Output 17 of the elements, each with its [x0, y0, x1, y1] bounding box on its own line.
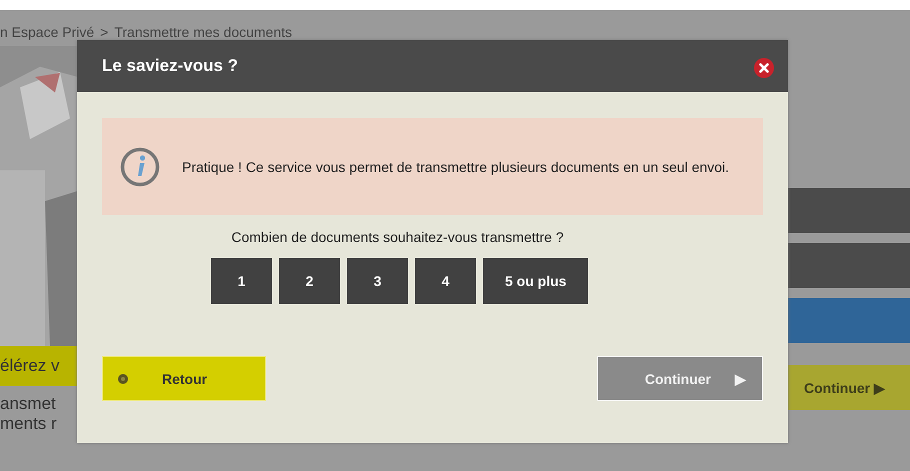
- count-button[interactable]: 3: [347, 258, 408, 304]
- question-text: Combien de documents souhaitez-vous transmettre ?: [230, 229, 565, 245]
- info-icon: [120, 146, 160, 186]
- count-button[interactable]: 5 ou plus: [483, 258, 588, 304]
- body-text: ments r: [0, 414, 58, 434]
- count-button[interactable]: 1: [211, 258, 272, 304]
- back-button[interactable]: Retour: [102, 356, 266, 401]
- dialog-title: Le saviez-vous ?: [102, 56, 238, 76]
- banner-text: élérez v: [0, 356, 60, 376]
- close-icon[interactable]: [754, 58, 774, 78]
- info-text: Pratique ! Ce service vous permet de transmettre plusieurs documents en un seul envoi.: [182, 158, 730, 176]
- breadcrumb-separator: >: [100, 24, 108, 42]
- count-button[interactable]: 4: [415, 258, 476, 304]
- dot-icon: [117, 372, 129, 384]
- body-text: ansmet: [0, 394, 57, 414]
- continue-button[interactable]: Continuer ▶: [788, 365, 910, 410]
- count-button[interactable]: 2: [279, 258, 340, 304]
